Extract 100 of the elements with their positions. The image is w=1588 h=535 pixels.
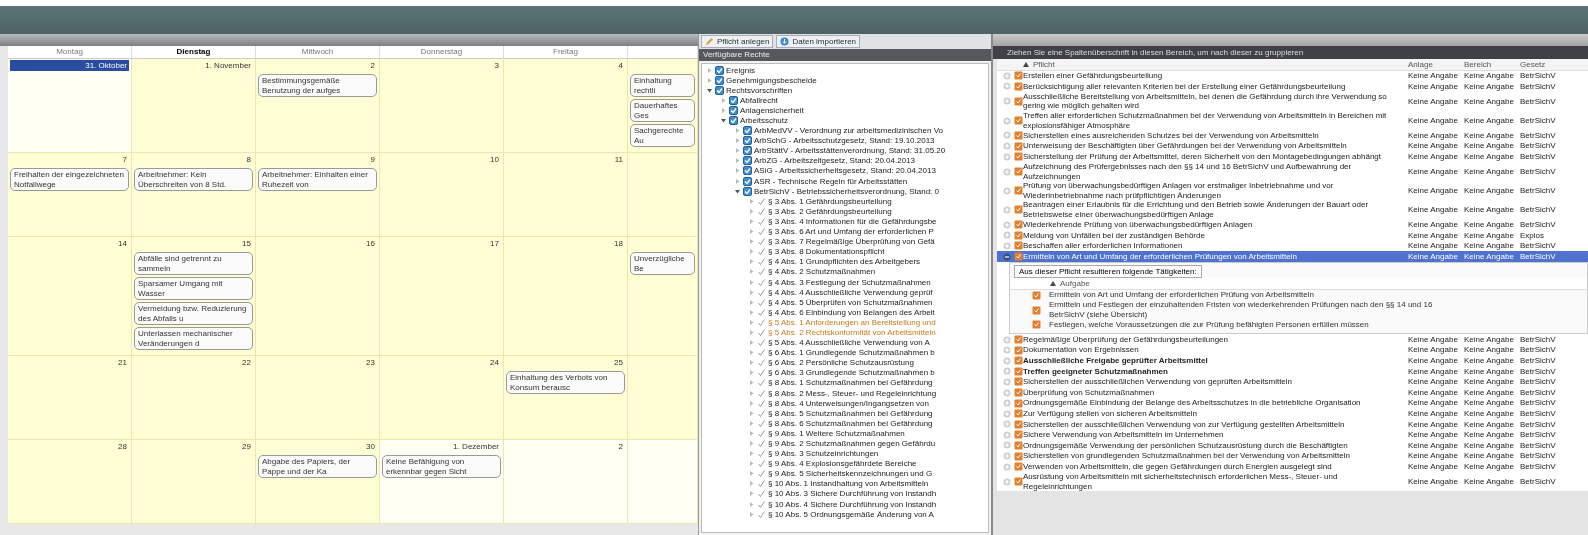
expand-icon[interactable] [748,369,755,377]
checkbox-icon[interactable] [743,146,752,156]
tree-item[interactable]: Rechtsvorschriften [726,85,793,95]
tree-item[interactable]: ASR - Technische Regeln für Arbeitsstätten [754,176,908,186]
collapse-icon[interactable] [706,86,713,94]
expand-icon[interactable] [748,480,755,488]
expand-icon[interactable] [1003,335,1011,344]
day-cell[interactable]: Einhaltung rechtli Dauerhaftes Ges Sachgerechte Au [628,59,698,153]
expand-icon[interactable] [748,399,755,407]
day-cell[interactable]: 10 [380,153,504,237]
add-button[interactable]: Pflicht anlegen [701,35,774,48]
expand-icon[interactable] [748,258,755,266]
table-row[interactable]: Ausschließliche Bereitstellung von Arbeitsmitteln, bei denen die Gefährdung durch ihre Verwendung so gering wie möglich gehalten wird Keine Angabe Keine Angabe BetrSichV [997,91,1588,111]
column-header[interactable]: Anlage [1408,59,1464,70]
expand-icon[interactable] [1003,167,1011,176]
expand-icon[interactable] [1003,152,1011,161]
collapse-icon[interactable] [720,117,727,124]
tree-item[interactable]: § 9 Abs. 3 Schutzeinrichtungen [768,449,879,459]
expand-icon[interactable] [1003,420,1011,429]
table-row[interactable]: Ordnungsgemäße Verwendung der persönlichen Schutzausrüstung durch die Beschäftigten Keine Angabe Keine Angabe BetrSichV [997,440,1588,451]
tree-item[interactable]: § 9 Abs. 5 Sicherheitskennzeichnungen und G [768,469,933,479]
calendar-event[interactable]: Keine Befähigung von erkennbar gegen Sicht [382,455,501,478]
table-row[interactable]: Sichere Verwendung von Arbeitsmitteln im Unternehmen Keine Angabe Keine Angabe BetrSichV [997,429,1588,441]
expand-icon[interactable] [1003,399,1011,408]
expand-icon[interactable] [748,379,755,387]
expand-icon[interactable] [734,167,741,175]
table-row[interactable]: Ausrüstung von Arbeitsmitteln mit sicherheitstechnisch erforderlichen Mess-, Steuer- und Regeleinrichtungen Keine Angabe Keine Angabe BetrSichV [997,471,1588,492]
day-cell[interactable]: 24 [380,356,504,440]
table-row[interactable]: Ausschließliche Freigabe geprüfter Arbeitsmittel Keine Angabe Keine Angabe BetrSichV [997,355,1588,367]
checkbox-icon[interactable] [743,166,752,176]
column-header[interactable]: Gesetz [1520,59,1588,70]
checkbox-icon[interactable] [743,176,752,186]
day-cell[interactable]: 2 [504,440,628,524]
day-cell[interactable]: 7 Freihalten der eingezeichneten Notfallwege [8,153,132,237]
day-cell[interactable]: 22 [132,356,256,440]
calendar-event[interactable]: Bestimmungsgemäße Benutzung der aufges [258,74,377,97]
expand-icon[interactable] [720,96,727,104]
expand-icon[interactable] [748,318,755,326]
expand-icon[interactable] [1003,205,1011,214]
tree-item[interactable]: § 8 Abs. 4 Unterweisungen/Ingangsetzen von [768,398,929,408]
calendar-event[interactable]: Abfälle sind getrennt zu sammeln [134,252,253,275]
tree-item[interactable]: § 3 Abs. 2 Gefährdungsbeurteilung [768,206,892,216]
expand-icon[interactable] [748,440,755,447]
tree-item[interactable]: § 4 Abs. 6 Einbindung von Belangen des Arbeit [768,307,935,317]
calendar-event[interactable]: Einhaltung rechtli [630,74,695,97]
table-row[interactable]: Treffen aller erforderlichen Schutzmaßnahmen bei der Verwendung von Arbeitsmitteln in Bereichen mit explosionsfähiger Atmosphäre Keine Angabe Keine Angabe BetrSichV [997,110,1588,131]
tree-item[interactable]: § 8 Abs. 5 Schutzmaßnahmen bei Gefährdung [768,408,933,418]
tree-item[interactable]: § 5 Abs. 4 Ausschließliche Verwendung von A [768,338,930,348]
import-button[interactable]: Daten importieren [776,35,861,48]
table-row[interactable]: Sicherstellung der Prüfung der Arbeitsmittel, deren Sicherheit von den Montagebedingungen abhängt Keine Angabe Keine Angabe BetrSichV [997,151,1588,162]
detail-tab[interactable]: Aus dieser Pflicht resultieren folgende Tätigkeiten: [1014,264,1202,278]
tree-item[interactable]: § 6 Abs. 3 Grundlegende Schutzmaßnahmen b [768,368,935,378]
collapse-icon[interactable] [734,187,741,195]
day-cell[interactable]: 21 [8,356,132,440]
tree-item[interactable]: Abfallrecht [740,95,778,105]
tree-item[interactable]: § 6 Abs. 1 Grundlegende Schutzmaßnahmen b [768,348,935,358]
tree-item[interactable]: § 4 Abs. 3 Festlegung der Schutzmaßnahmen [768,277,931,287]
expand-icon[interactable] [748,510,755,518]
table-row[interactable]: Überprüfung von Schutzmaßnahmen Keine Angabe Keine Angabe BetrSichV [997,387,1588,398]
expand-icon[interactable] [748,228,755,236]
table-row[interactable]: Regelmäßige Überprüfung der Gefährdungsbeurteilungen Keine Angabe Keine Angabe BetrSichV [997,334,1588,345]
expand-icon[interactable] [748,207,755,215]
tree-item[interactable]: BetrSichV - Betriebssicherheitsverordnung, Stand: 0 [754,186,939,196]
calendar-event[interactable]: Unverzügliche Be [630,252,695,275]
tree-item[interactable]: § 9 Abs. 2 Schutzmaßnahmen gegen Gefährdu [768,439,936,448]
expand-icon[interactable] [734,157,741,165]
expand-icon[interactable] [748,500,755,508]
table-row[interactable]: Sicherstellen der ausschließlichen Verwendung von geprüften Arbeitsmitteln Keine Angabe Keine Angabe BetrSichV [997,376,1588,388]
expand-icon[interactable] [1003,242,1011,250]
checkbox-icon[interactable] [715,75,724,85]
tree-item[interactable]: § 3 Abs. 8 Dokumentationspflicht [768,247,885,257]
table-row[interactable]: Ermitteln von Art und Umfang der erforderlichen Prüfungen von Arbeitsmitteln Keine Angabe Keine Angabe BetrSichV [997,251,1588,262]
day-cell[interactable]: 3 [380,59,504,153]
day-cell[interactable]: 16 [256,237,380,356]
expand-icon[interactable] [748,238,755,246]
checkbox-icon[interactable] [743,186,752,196]
expand-icon[interactable] [1003,116,1011,125]
column-header[interactable]: Aufgabe [1060,278,1090,288]
day-cell[interactable] [628,440,698,524]
tree-item[interactable]: § 4 Abs. 5 Überprüfen von Schutzmaßnahmen [768,297,933,307]
expand-icon[interactable] [748,217,755,225]
tree-item[interactable]: ASiG - Arbeitssicherheitsgesetz, Stand: 20.04.2013 [754,166,936,176]
tree-item[interactable]: § 5 Abs. 1 Anforderungen an Bereitstellung und [768,317,936,327]
checkbox-icon[interactable] [715,85,724,95]
expand-icon[interactable] [734,127,741,135]
calendar-event[interactable]: Dauerhaftes Ges [630,99,695,122]
tree-item[interactable]: Arbeitsschutz [740,116,789,125]
table-row[interactable]: Dokumentation von Ergebnissen Keine Angabe Keine Angabe BetrSichV [997,344,1588,356]
checkbox-icon[interactable] [715,65,724,75]
table-row[interactable]: Sicherstellen der ausschließlichen Verwendung von zur Verfügung gestellten Arbeitsmitteln Keine Angabe Keine Angabe BetrSichV [997,419,1588,430]
expand-icon[interactable] [1003,388,1011,397]
day-cell[interactable]: 1. Dezember Keine Befähigung von erkennbar gegen Sicht [380,440,504,524]
expand-icon[interactable] [748,460,755,468]
day-cell[interactable]: 9 Arbeitnehmer: Einhalten einer Ruhezeit von [256,153,380,237]
tree-item[interactable]: § 6 Abs. 2 Persönliche Schutzausrüstung [768,358,914,368]
table-row[interactable]: Wiederkehrende Prüfung von überwachungsbedürftigen Anlagen Keine Angabe Keine Angabe BetrSichV [997,219,1588,231]
tree-item[interactable]: Ereignis [726,65,755,75]
expand-icon[interactable] [748,268,755,276]
expand-icon[interactable] [748,470,755,478]
table-row[interactable]: Berücksichtigung aller relevanten Kriterien bei der Erstellung einer Gefährdungsbeurteilung Keine Angabe Keine Angabe BetrSichV [997,81,1588,92]
